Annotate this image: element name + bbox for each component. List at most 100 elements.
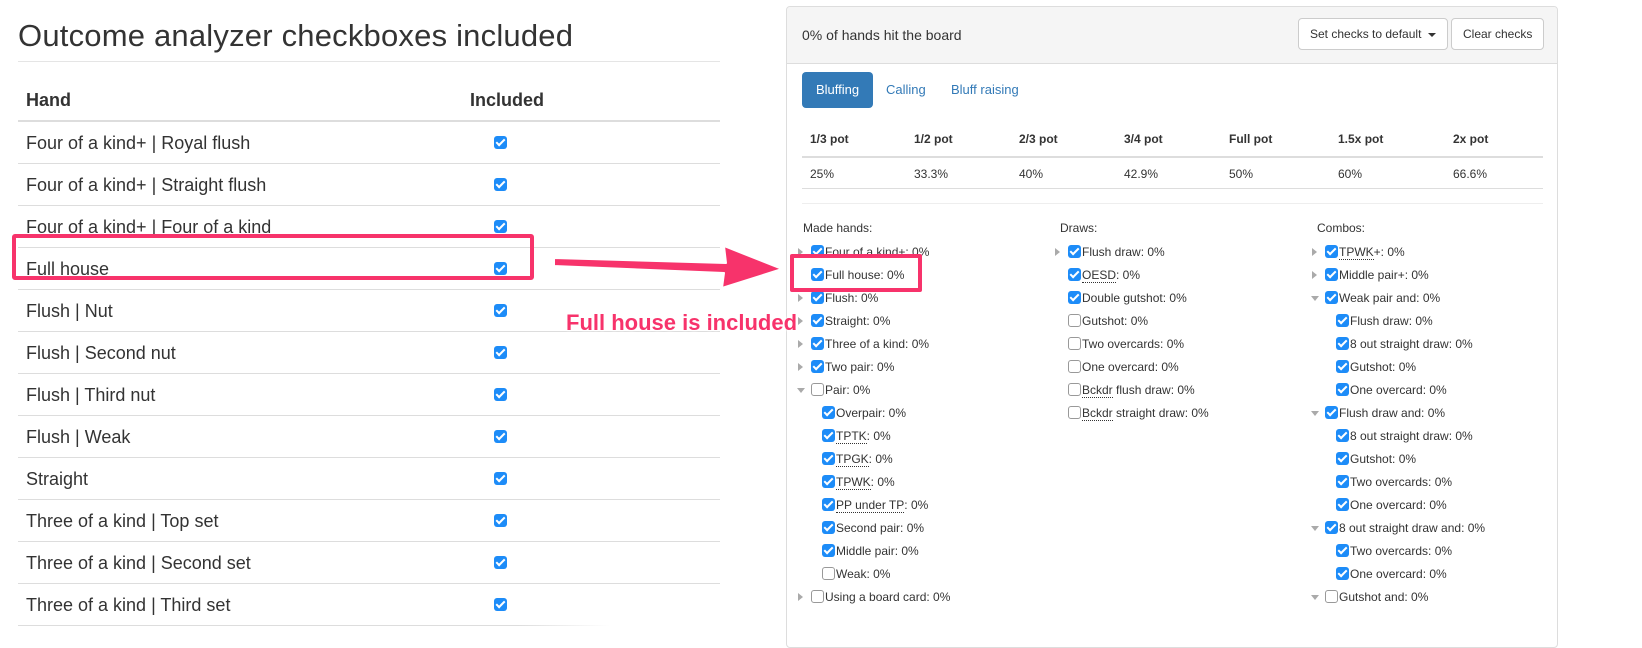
outcome-label: 8 out straight draw: 0% (1350, 429, 1473, 443)
outcome-checkbox[interactable] (822, 452, 835, 465)
pot-size-header: Full pot (1229, 132, 1273, 146)
outcome-label: One overcard: 0% (1350, 567, 1447, 581)
outcome-checkbox[interactable] (1068, 383, 1081, 396)
outcome-checkbox[interactable] (1068, 268, 1081, 281)
outcome-checkbox[interactable] (822, 544, 835, 557)
outcome-checkbox[interactable] (1336, 429, 1349, 442)
abbreviation: TPGK (836, 452, 869, 467)
outcome-checkbox[interactable] (1336, 383, 1349, 396)
outcome-checkbox[interactable] (1325, 521, 1338, 534)
outcome-checkbox[interactable] (1068, 245, 1081, 258)
hand-label: Flush | Nut (26, 301, 113, 321)
abbreviation: TPWK (1339, 245, 1374, 260)
outcome-label: Middle pair+: 0% (1339, 268, 1429, 282)
clear-checks-button[interactable]: Clear checks (1451, 18, 1545, 50)
outcome-checkbox[interactable] (1068, 337, 1081, 350)
outcome-checkbox[interactable] (1336, 475, 1349, 488)
outcome-label: One overcard: 0% (1350, 383, 1447, 397)
outcome-label: TPGK: 0% (836, 452, 893, 467)
section-divider (802, 203, 1543, 204)
expand-triangle-icon[interactable] (798, 340, 803, 348)
outcome-checkbox[interactable] (1068, 291, 1081, 304)
table-row: Three of a kind | Top set (18, 500, 720, 542)
outcome-checkbox[interactable] (1336, 498, 1349, 511)
pot-value-row: 25% 33.3% 40% 42.9% 50% 60% 66.6% (802, 158, 1543, 189)
expand-triangle-icon[interactable] (798, 363, 803, 371)
included-checkbox[interactable] (494, 430, 507, 443)
outcome-checkbox[interactable] (1325, 268, 1338, 281)
included-checkbox[interactable] (494, 178, 507, 191)
tab-calling[interactable]: Calling (872, 72, 940, 108)
outcome-checkbox[interactable] (1325, 291, 1338, 304)
table-row: Flush | Third nut (18, 374, 720, 416)
collapse-triangle-icon[interactable] (1311, 296, 1319, 301)
outcome-label: Flush draw: 0% (1082, 245, 1165, 259)
outcome-label: Pair: 0% (825, 383, 871, 397)
annotation-label: Full house is included (566, 310, 798, 335)
collapse-triangle-icon[interactable] (1311, 595, 1319, 600)
included-checkbox[interactable] (494, 136, 507, 149)
outcome-checkbox[interactable] (811, 590, 824, 603)
outcome-checkbox[interactable] (1336, 337, 1349, 350)
collapse-triangle-icon[interactable] (1311, 526, 1319, 531)
outcome-checkbox[interactable] (1336, 314, 1349, 327)
outcome-label: Second pair: 0% (836, 521, 925, 535)
outcome-checkbox[interactable] (811, 383, 824, 396)
included-checkbox[interactable] (494, 304, 507, 317)
expand-triangle-icon[interactable] (798, 317, 803, 325)
included-checkbox[interactable] (494, 346, 507, 359)
included-checkbox[interactable] (494, 598, 507, 611)
abbreviation: TPTK (836, 429, 867, 444)
draws-heading: Draws: (1060, 221, 1098, 235)
outcome-checkbox[interactable] (822, 429, 835, 442)
combos-heading: Combos: (1317, 221, 1366, 235)
tab-bluffing[interactable]: Bluffing (802, 72, 874, 108)
included-checkbox[interactable] (494, 220, 507, 233)
outcome-checkbox[interactable] (811, 360, 824, 373)
expand-triangle-icon[interactable] (798, 294, 803, 302)
outcome-checkbox[interactable] (822, 567, 835, 580)
outcome-checkbox[interactable] (1068, 360, 1081, 373)
outcome-checkbox[interactable] (1325, 590, 1338, 603)
table-row: Three of a kind | Second set (18, 542, 720, 584)
set-checks-default-button[interactable]: Set checks to default (1298, 18, 1448, 50)
outcome-checkbox[interactable] (1325, 245, 1338, 258)
outcome-checkbox[interactable] (1336, 360, 1349, 373)
hand-label: Flush | Third nut (26, 385, 156, 405)
included-checkbox[interactable] (494, 388, 507, 401)
abbreviation: TPWK (836, 475, 871, 490)
collapse-triangle-icon[interactable] (797, 388, 805, 393)
outcome-checkbox[interactable] (1336, 567, 1349, 580)
expand-triangle-icon[interactable] (1055, 248, 1060, 256)
expand-triangle-icon[interactable] (1312, 271, 1317, 279)
outcome-checkbox[interactable] (1068, 314, 1081, 327)
tab-bluff-raising[interactable]: Bluff raising (937, 72, 1033, 108)
expand-triangle-icon[interactable] (798, 593, 803, 601)
outcome-label: Weak: 0% (836, 567, 891, 581)
collapse-triangle-icon[interactable] (1311, 411, 1319, 416)
hand-label: Three of a kind | Top set (26, 511, 219, 531)
outcome-checkbox[interactable] (811, 291, 824, 304)
hand-label: Four of a kind+ | Royal flush (26, 133, 251, 153)
included-checkbox[interactable] (494, 556, 507, 569)
outcome-checkbox[interactable] (811, 337, 824, 350)
bottom-fade (518, 600, 748, 647)
outcome-checkbox[interactable] (1336, 452, 1349, 465)
table-header: Hand Included (18, 78, 720, 122)
included-checkbox[interactable] (494, 514, 507, 527)
included-checkbox[interactable] (494, 472, 507, 485)
outcome-checkbox[interactable] (1336, 544, 1349, 557)
title-divider (18, 61, 720, 62)
outcome-label: Gutshot: 0% (1350, 452, 1417, 466)
outcome-checkbox[interactable] (822, 498, 835, 511)
outcome-checkbox[interactable] (822, 521, 835, 534)
outcome-checkbox[interactable] (1068, 406, 1081, 419)
outcome-checkbox[interactable] (822, 406, 835, 419)
outcome-label: Weak pair and: 0% (1339, 291, 1441, 305)
outcome-checkbox[interactable] (822, 475, 835, 488)
outcome-checkbox[interactable] (811, 314, 824, 327)
outcome-label: Overpair: 0% (836, 406, 907, 420)
table-row: Flush | Second nut (18, 332, 720, 374)
outcome-checkbox[interactable] (1325, 406, 1338, 419)
expand-triangle-icon[interactable] (1312, 248, 1317, 256)
